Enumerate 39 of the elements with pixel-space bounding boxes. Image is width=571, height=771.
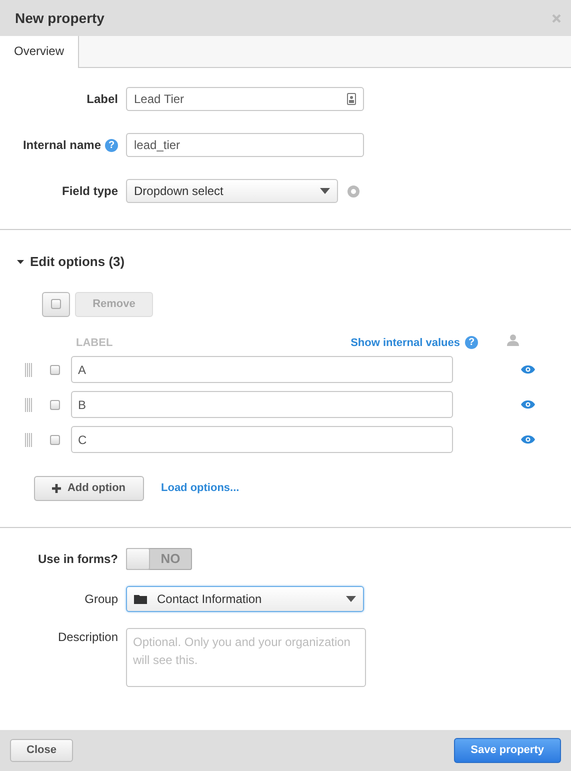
- eye-icon[interactable]: [521, 365, 535, 374]
- drag-handle-icon: [25, 398, 32, 412]
- tab[interactable]: Overview: [0, 36, 80, 68]
- option-field[interactable]: C: [71, 426, 453, 453]
- text-field[interactable]: Lead Tier: [126, 87, 364, 111]
- checkbox[interactable]: [50, 434, 60, 444]
- folder-icon: [134, 594, 147, 604]
- dialog-title: New property: [15, 8, 104, 28]
- option-field[interactable]: A: [71, 356, 453, 383]
- checkbox[interactable]: [50, 364, 60, 374]
- caret-icon: [320, 188, 330, 194]
- close-button[interactable]: Close: [10, 739, 73, 762]
- dropdown-select[interactable]: Contact Information: [126, 586, 364, 612]
- caret-icon: [346, 596, 356, 602]
- text-field[interactable]: lead_tier: [126, 133, 364, 157]
- field-label: Use in forms?: [38, 551, 118, 568]
- option-field[interactable]: B: [71, 391, 453, 418]
- select-all-checkbox[interactable]: [51, 299, 61, 309]
- field-label: Group: [84, 591, 118, 608]
- field-label: Internal name: [22, 137, 101, 154]
- field-label: Field type: [62, 183, 118, 200]
- dropdown-select[interactable]: Dropdown select: [126, 179, 338, 203]
- close-icon[interactable]: [552, 14, 561, 22]
- eye-icon[interactable]: [521, 435, 535, 444]
- eye-icon[interactable]: [521, 400, 535, 409]
- drag-handle-icon: [25, 432, 32, 446]
- add-option-button[interactable]: Add option: [34, 476, 144, 501]
- column-header: LABEL: [76, 336, 113, 350]
- load-options-link[interactable]: Load options...: [161, 480, 240, 497]
- drag-handle-icon: [25, 362, 32, 376]
- field-label: Label: [86, 91, 118, 108]
- show-internal-values-link[interactable]: Show internal values: [350, 334, 460, 351]
- settings-icon[interactable]: [347, 184, 360, 198]
- description-field[interactable]: Optional. Only you and your organization will see this.: [126, 628, 366, 687]
- plus-icon: [52, 484, 62, 493]
- person-icon: [507, 334, 519, 346]
- field-label: Description: [58, 629, 118, 646]
- section-toggle[interactable]: Edit options (3): [30, 252, 125, 272]
- checkbox[interactable]: [50, 400, 60, 410]
